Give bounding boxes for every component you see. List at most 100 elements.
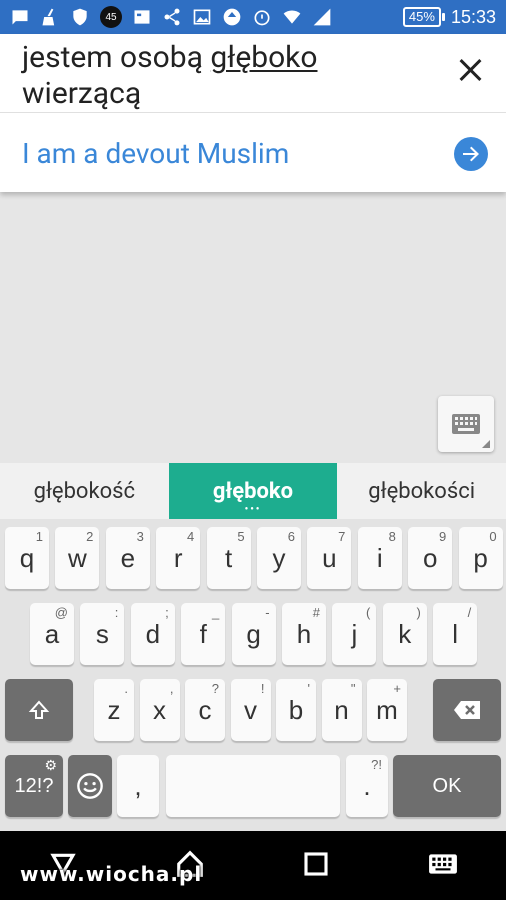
key-m[interactable]: m + (367, 679, 407, 741)
signal-icon (312, 7, 332, 27)
key-hint: " (350, 681, 356, 696)
keyboard: q1w2e3r4t5y6u7i8o9p0 a @ s: d; f _ g - h # j(k) l / … (0, 519, 506, 831)
key-p[interactable]: p0 (458, 527, 503, 589)
key-label: i (376, 542, 383, 573)
arrow-right-icon[interactable] (454, 137, 488, 171)
symbols-key[interactable]: 12!? ⚙ (5, 755, 63, 817)
key-e[interactable]: e3 (105, 527, 150, 589)
key-g[interactable]: g- (231, 603, 276, 665)
key-hint: ' (307, 681, 310, 696)
divider (0, 112, 506, 113)
key-label: u (322, 542, 337, 573)
key-hint: 3 (136, 529, 144, 544)
key-label: f (199, 618, 207, 649)
share-icon (162, 7, 182, 27)
key-label: t (224, 542, 233, 573)
key-hint: 1 (35, 529, 43, 544)
suggestion-item-selected[interactable]: głęboko ••• (168, 463, 338, 519)
more-dots-icon: ••• (244, 504, 262, 515)
key-hint: ) (416, 605, 421, 620)
key-label: n (334, 694, 349, 725)
keyboard-row-4: 12!? ⚙ , .?! OK (0, 755, 506, 821)
suggestion-label: głęboko (212, 478, 294, 504)
key-x[interactable]: x, (139, 679, 180, 741)
backspace-key[interactable] (433, 679, 501, 741)
backspace-icon (454, 701, 480, 719)
newspaper-icon (132, 7, 152, 27)
key-t[interactable]: t5 (206, 527, 251, 589)
period-key[interactable]: .?! (346, 755, 388, 817)
keyboard-switch-icon[interactable] (428, 849, 458, 883)
key-d[interactable]: d; (130, 603, 175, 665)
key-b[interactable]: b ' (276, 679, 316, 741)
key-l[interactable]: l / (433, 603, 478, 665)
keyboard-toggle-button[interactable] (438, 396, 494, 452)
key-hint: - (265, 605, 270, 620)
recents-icon[interactable] (301, 849, 331, 883)
key-a[interactable]: a @ (30, 603, 74, 665)
watermark: www.wiocha.pl (20, 862, 203, 886)
key-o[interactable]: o9 (408, 527, 453, 589)
key-label: x (153, 694, 166, 725)
key-label: j (351, 618, 358, 649)
emoji-key[interactable] (68, 755, 112, 817)
key-hint: ; (165, 605, 169, 620)
suggestion-item[interactable]: głębokość (0, 463, 169, 519)
key-n[interactable]: n " (321, 679, 362, 741)
close-icon[interactable] (456, 56, 484, 84)
smiley-icon (77, 773, 103, 799)
key-hint: @ (54, 605, 68, 620)
ok-key[interactable]: OK (393, 755, 501, 817)
key-hint: _ (211, 605, 220, 620)
image-icon (192, 7, 212, 27)
clock: 15:33 (450, 6, 496, 27)
comma-key[interactable]: , (117, 755, 159, 817)
message-icon (10, 7, 30, 27)
key-label: p (473, 542, 488, 573)
key-v[interactable]: v! (230, 679, 271, 741)
key-hint: 4 (186, 529, 195, 544)
key-label: m (376, 694, 398, 725)
key-hint: 8 (388, 529, 396, 544)
translation-result[interactable]: I am a devout Muslim (22, 134, 289, 174)
key-label: c (198, 694, 212, 725)
source-text-highlighted-word: głęboko (210, 40, 318, 75)
key-y[interactable]: y6 (257, 527, 301, 589)
source-text[interactable]: jestem osobą głęboko wierzącą (22, 40, 432, 112)
keyboard-row-3: z. x, c? v! b ' n " m + (0, 679, 506, 745)
key-label: z (107, 694, 121, 725)
space-key[interactable] (166, 755, 340, 817)
key-z[interactable]: z. (94, 679, 134, 741)
key-h[interactable]: h # (282, 603, 326, 665)
key-hint: ( (366, 605, 371, 620)
key-label: g (246, 618, 261, 649)
battery-indicator: 45% (402, 7, 445, 27)
broom-icon (40, 7, 60, 27)
wifi-icon (282, 7, 302, 27)
key-i[interactable]: i8 (357, 527, 402, 589)
key-hint: 2 (86, 529, 94, 544)
key-r[interactable]: r4 (156, 527, 201, 589)
source-text-start: jestem osobą (22, 40, 211, 75)
key-hint: ? (211, 681, 219, 696)
key-k[interactable]: k) (382, 603, 427, 665)
key-w[interactable]: w2 (55, 527, 100, 589)
key-label: d (145, 618, 161, 649)
key-q[interactable]: q1 (5, 527, 49, 589)
key-label: l (452, 618, 459, 649)
key-label: e (120, 542, 136, 573)
key-u[interactable]: u7 (307, 527, 352, 589)
suggestion-item[interactable]: głębokości (337, 463, 506, 519)
source-text-end: wierzącą (22, 76, 142, 111)
key-s[interactable]: s: (80, 603, 125, 665)
key-label: h (296, 618, 312, 649)
gear-icon: ⚙ (44, 757, 57, 773)
key-hint: # (312, 605, 320, 620)
key-hint: 6 (287, 529, 295, 544)
key-f[interactable]: f _ (181, 603, 226, 665)
upload-icon (222, 7, 242, 27)
key-hint: / (467, 605, 472, 620)
key-j[interactable]: j( (332, 603, 377, 665)
key-c[interactable]: c? (185, 679, 225, 741)
key-hint: : (114, 605, 119, 620)
